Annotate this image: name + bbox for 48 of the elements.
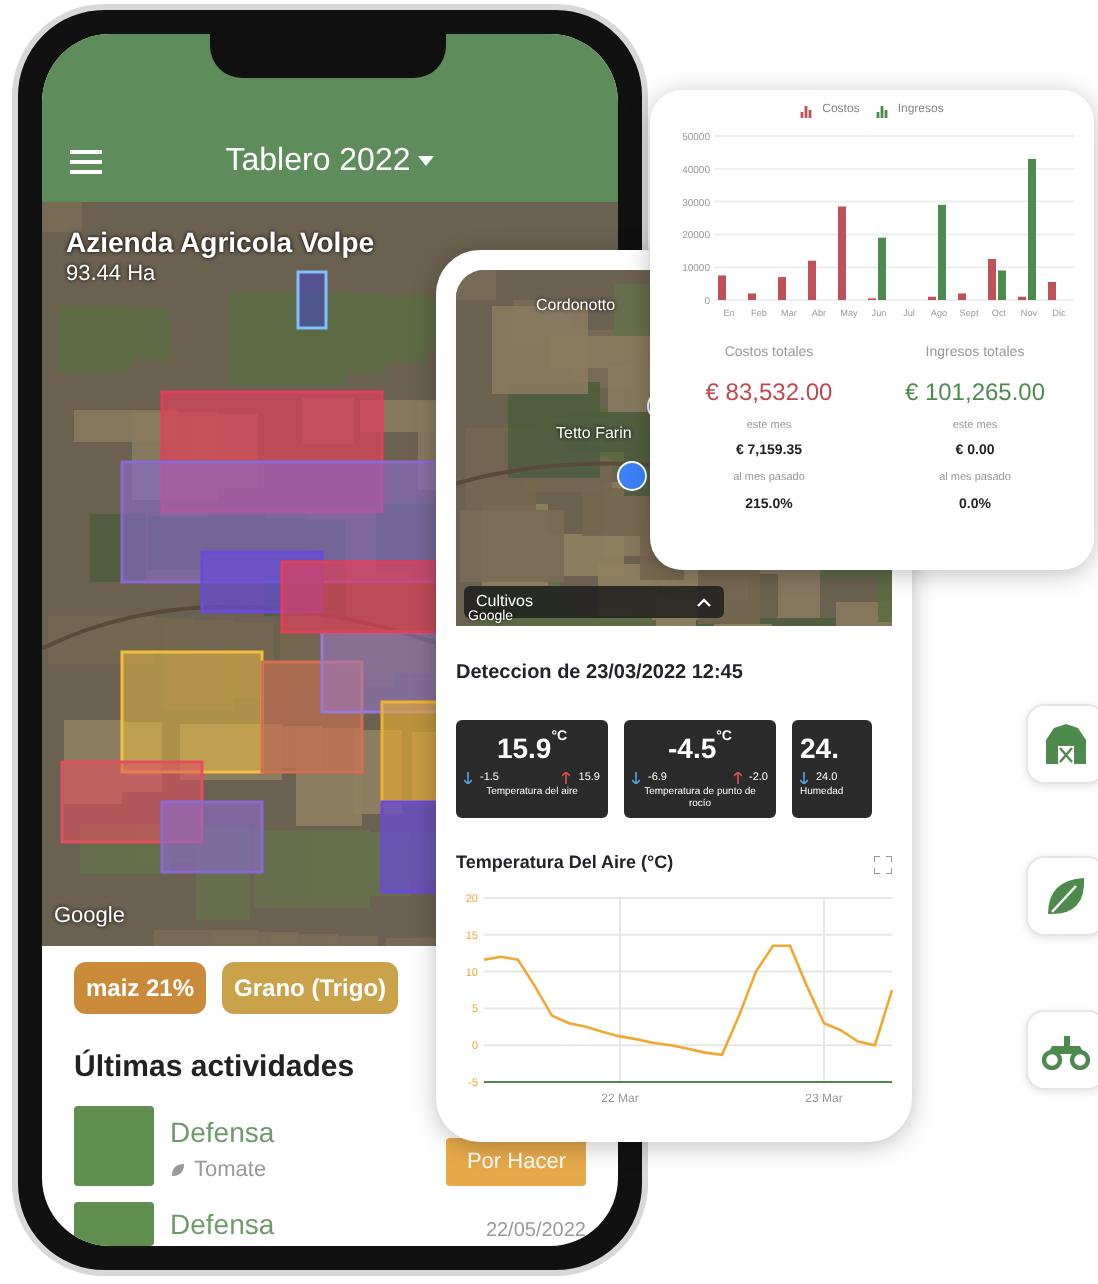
sensor-value: 15.9 — [496, 732, 552, 764]
year-dropdown[interactable]: Tablero 2022 — [225, 137, 435, 186]
chart-bar — [778, 277, 786, 300]
chart-bar — [718, 275, 726, 300]
total-amount: € 83,532.00 — [705, 375, 833, 409]
quad-bike-icon — [1042, 1030, 1090, 1070]
fullscreen-icon[interactable] — [874, 855, 892, 873]
chart-bar — [838, 206, 846, 300]
chart-bar — [1048, 281, 1056, 300]
total-amount: € 101,265.00 — [904, 375, 1046, 409]
down-arrow-icon — [800, 772, 808, 785]
down-arrow-icon — [464, 772, 472, 785]
section-title: Últimas actividades — [74, 1047, 355, 1087]
chart-bar — [808, 260, 816, 300]
bar-chart-icon — [800, 105, 815, 117]
status-button[interactable]: Por Hacer — [446, 1137, 586, 1186]
feature-tile[interactable] — [1026, 704, 1098, 784]
sensor-value: -4.5 — [668, 732, 717, 764]
feature-tile[interactable] — [1026, 1010, 1098, 1090]
barn-icon — [1044, 722, 1088, 766]
detection-time: Deteccion de 23/03/2022 12:45 — [456, 660, 745, 688]
place-label: Tetto Farin — [556, 422, 632, 446]
leaf-icon — [170, 1161, 186, 1178]
map-attribution: Google — [54, 902, 125, 932]
farm-name: Azienda Agricola Volpe — [66, 223, 375, 262]
farm-area: 93.44 Ha — [66, 257, 156, 290]
chart-title: Temperatura Del Aire (°C) — [456, 850, 674, 877]
place-label: Cordonotto — [536, 294, 616, 318]
caret-icon — [418, 156, 435, 167]
bar-chart-icon — [875, 105, 890, 117]
leaf-icon — [1044, 874, 1088, 918]
activity-date: 22/05/2022 — [485, 1218, 586, 1246]
up-arrow-icon — [733, 772, 742, 785]
feature-tile[interactable] — [1026, 856, 1098, 936]
field-thumbnail — [74, 1106, 154, 1186]
activity-title[interactable]: Defensa — [170, 1204, 275, 1246]
activity-title[interactable]: Defensa — [170, 1111, 275, 1153]
crop-chip[interactable]: Grano (Trigo) — [222, 961, 399, 1013]
crop-chip[interactable]: maiz 21% — [74, 961, 207, 1013]
sensor-value: 24. — [800, 732, 839, 764]
chart-bar — [748, 293, 756, 300]
field-thumbnail — [74, 1202, 154, 1246]
up-arrow-icon — [562, 772, 571, 785]
chevron-up-icon — [696, 597, 712, 607]
crop-name: Tomate — [194, 1155, 267, 1185]
chart-bar — [958, 293, 966, 300]
down-arrow-icon — [632, 772, 640, 785]
menu-icon[interactable] — [70, 147, 102, 176]
